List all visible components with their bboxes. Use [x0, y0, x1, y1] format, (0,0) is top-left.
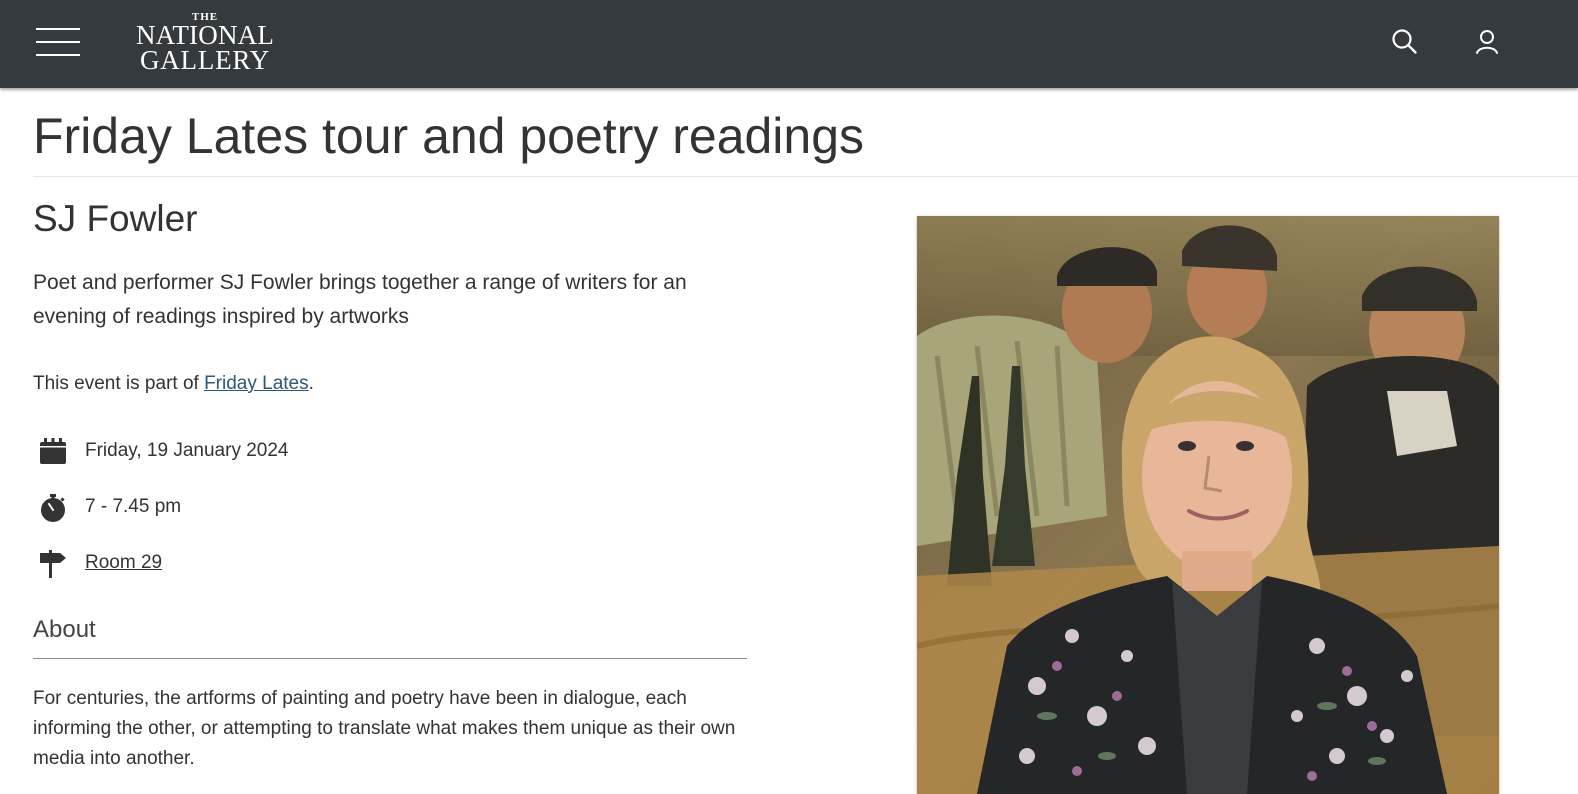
signpost-icon — [40, 550, 66, 578]
event-date: Friday, 19 January 2024 — [85, 440, 289, 461]
national-gallery-logo[interactable]: THE NATIONAL GALLERY — [130, 12, 280, 76]
event-room-link[interactable]: Room 29 — [85, 550, 162, 576]
series-suffix: . — [308, 373, 314, 394]
about-heading: About — [33, 616, 96, 643]
site-header: THE NATIONAL GALLERY — [0, 0, 1578, 88]
calendar-icon — [40, 438, 66, 464]
title-divider — [33, 176, 1578, 177]
event-time: 7 - 7.45 pm — [85, 496, 182, 517]
event-subtitle: SJ Fowler — [33, 198, 198, 239]
event-intro: Poet and performer SJ Fowler brings toge… — [33, 271, 687, 328]
event-hero-image — [917, 216, 1499, 794]
hamburger-menu-icon[interactable] — [36, 26, 80, 60]
event-series-note: This event is part of Friday Lates. — [33, 370, 314, 398]
user-account-icon[interactable] — [1475, 28, 1507, 60]
search-icon[interactable] — [1391, 28, 1423, 60]
friday-lates-link[interactable]: Friday Lates — [204, 373, 309, 394]
about-text: For centuries, the artforms of painting … — [33, 688, 736, 769]
event-time-row: 7 - 7.45 pm — [33, 489, 533, 525]
page-title: Friday Lates tour and poetry readings — [33, 108, 865, 164]
event-date-row: Friday, 19 January 2024 — [33, 433, 533, 469]
event-location-row[interactable]: Room 29 — [33, 545, 533, 581]
stopwatch-icon — [41, 494, 65, 522]
logo-line-gallery: GALLERY — [139, 45, 271, 75]
about-divider — [33, 658, 747, 659]
series-prefix: This event is part of — [33, 373, 205, 394]
portrait-photo — [917, 216, 1499, 794]
